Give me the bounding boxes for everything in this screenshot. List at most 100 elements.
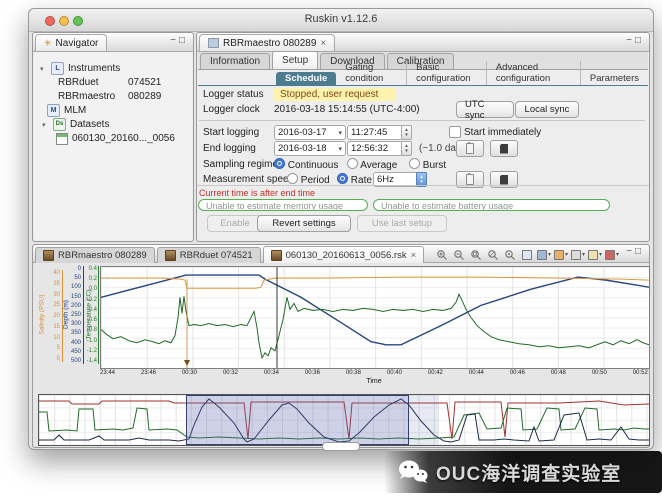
battery-usage-bar: Unable to estimate battery usage (373, 199, 610, 211)
zoom-in-icon[interactable] (435, 248, 449, 261)
dataset-file-label: 060130_20160..._0056 (72, 133, 175, 144)
start-date-combobox[interactable]: 2016-03-17▾ (274, 125, 346, 140)
table-view-button[interactable]: ▾ (571, 248, 585, 261)
navigator-tab[interactable]: ✳ Navigator (35, 34, 107, 51)
enable-button[interactable]: Enable (207, 215, 263, 232)
end-date-combobox[interactable]: 2016-03-18▾ (274, 141, 346, 156)
plot-panel-header: RBRmaestro 080289 RBRduet 074521 060130_… (33, 245, 649, 263)
axis-tick-label: 25 (46, 302, 60, 308)
minimize-panel-icon: − (170, 35, 179, 46)
logger-clock-value: 2016-03-18 15:14:55 (UTC-4:00) (274, 104, 420, 115)
sampling-radio-average[interactable]: Average (347, 158, 397, 171)
time-axis-ticks: 23:4423:4600:3000:3200:3400:3600:3800:40… (100, 370, 648, 376)
setup-subtab-bar: Schedule Gating condition Basic configur… (198, 70, 648, 86)
zoom-reset-icon[interactable] (503, 248, 517, 261)
utc-sync-button[interactable]: UTC sync (456, 101, 514, 118)
tab-information[interactable]: Information (200, 53, 270, 69)
end-time-field[interactable]: 12:56:32 (347, 141, 403, 156)
memory-usage-bar: Unable to estimate memory usage (198, 199, 368, 211)
end-time-stepper[interactable]: ▴▾ (401, 141, 412, 156)
expander-icon[interactable]: ▾ (40, 65, 47, 73)
axis-tick-label: 0.2 (84, 276, 97, 282)
axis-tick-label: -0.6 (84, 317, 97, 323)
plot-tab-bar: RBRmaestro 080289 RBRduet 074521 060130_… (33, 246, 424, 263)
axis-tick-label: 250 (64, 312, 81, 318)
expander-icon[interactable]: ▾ (42, 121, 49, 129)
radio-icon (409, 158, 420, 169)
sampling-radio-burst[interactable]: Burst (409, 158, 446, 171)
tree-group-datasets[interactable]: ▾ Ds Datasets (42, 118, 109, 131)
main-plot-area[interactable] (100, 266, 650, 369)
selection-faded-region (409, 395, 439, 445)
time-axis-title: Time (100, 378, 648, 385)
tab-setup[interactable]: Setup (272, 51, 318, 69)
time-tick-label: 00:32 (223, 370, 238, 376)
plot-panel-buttons[interactable]: −□ (626, 246, 644, 257)
event-marker-icon[interactable] (184, 360, 190, 366)
tree-group-instruments[interactable]: ▾ L Instruments (40, 62, 120, 75)
subtab-advanced-configuration[interactable]: Advanced configuration (487, 61, 581, 85)
tab-rbrmaestro[interactable]: RBRmaestro 080289 (35, 247, 155, 263)
navigator-panel-buttons[interactable]: −□ (170, 35, 188, 46)
axis-tick-label: 20 (46, 313, 60, 319)
threshold-options-button[interactable]: ▾ (588, 248, 602, 261)
subtab-schedule[interactable]: Schedule (276, 72, 336, 85)
export-image-button[interactable]: ▾ (605, 248, 619, 261)
memory-estimate-button[interactable] (490, 140, 518, 157)
subtab-gating-condition[interactable]: Gating condition (336, 61, 407, 85)
marker-options-button[interactable]: ▾ (554, 248, 568, 261)
battery-icon (466, 174, 474, 185)
dataset-icon (271, 250, 282, 261)
zoom-fit-icon[interactable] (486, 248, 500, 261)
time-tick-label: 00:46 (510, 370, 525, 376)
titlebar[interactable]: Ruskin v1.12.6 (29, 9, 653, 32)
divider (197, 185, 649, 186)
tab-dataset-rsk[interactable]: 060130_20160613_0056.rsk× (263, 246, 425, 263)
editor-panel-buttons[interactable]: −□ (626, 35, 644, 46)
window-title: Ruskin v1.12.6 (29, 13, 653, 25)
tab-rbrduet[interactable]: RBRduet 074521 (157, 247, 261, 263)
series-temperature (101, 294, 649, 358)
battery-estimate-button[interactable] (456, 140, 484, 157)
revert-settings-button[interactable]: Revert settings (257, 215, 351, 232)
maximize-panel-icon: □ (635, 35, 644, 46)
minimize-panel-icon: − (626, 246, 635, 257)
instrument-serial: 074521 (128, 77, 161, 88)
axis-tick-label: -1.2 (84, 348, 97, 354)
start-time-field[interactable]: 11:27:45 (347, 125, 403, 140)
time-tick-label: 00:48 (551, 370, 566, 376)
zoom-region-icon[interactable] (469, 248, 483, 261)
axis-tick-label: -0.2 (84, 297, 97, 303)
start-immediately-checkbox[interactable] (449, 126, 461, 138)
plot-style-button[interactable]: ▾ (537, 248, 551, 261)
close-tab-icon[interactable]: × (411, 250, 417, 261)
local-sync-button[interactable]: Local sync (515, 101, 579, 118)
use-last-setup-button[interactable]: Use last setup (357, 215, 447, 232)
radio-icon (287, 173, 298, 184)
tree-item-mlm[interactable]: M MLM (47, 104, 86, 117)
start-time-stepper[interactable]: ▴▾ (401, 125, 412, 140)
selection-region[interactable] (186, 395, 409, 445)
time-tick-label: 00:38 (346, 370, 361, 376)
time-tick-label: 00:30 (182, 370, 197, 376)
mlm-icon: M (47, 104, 60, 117)
subtab-parameters[interactable]: Parameters (581, 72, 648, 85)
navigator-panel: ✳ Navigator −□ ▾ L Instruments RBRduet 0… (32, 32, 194, 242)
tree-item-dataset-file[interactable]: 060130_20160..._0056 (56, 132, 175, 145)
tree-item-rbrmaestro[interactable]: RBRmaestro 080289 (58, 90, 188, 103)
subtab-basic-configuration[interactable]: Basic configuration (407, 61, 487, 85)
tree-item-rbrduet[interactable]: RBRduet 074521 (58, 76, 188, 89)
instrument-name: RBRmaestro (58, 91, 115, 102)
axis-tick-label: 40 (46, 270, 60, 276)
close-tab-icon[interactable]: × (320, 38, 326, 49)
instruments-icon: L (51, 62, 64, 75)
axis-tick-label: 450 (64, 349, 81, 355)
splitter-handle[interactable] (322, 442, 360, 451)
sampling-radio-continuous[interactable]: Continuous (274, 158, 338, 171)
zoom-out-icon[interactable] (452, 248, 466, 261)
editor-tab[interactable]: RBRmaestro 080289 × (199, 34, 335, 51)
overview-plot-area[interactable] (38, 394, 650, 446)
editor-panel: RBRmaestro 080289 × −□ Information Setup… (196, 32, 650, 242)
axis-tick-label: 5 (46, 345, 60, 351)
channel-list-button[interactable] (520, 248, 534, 261)
